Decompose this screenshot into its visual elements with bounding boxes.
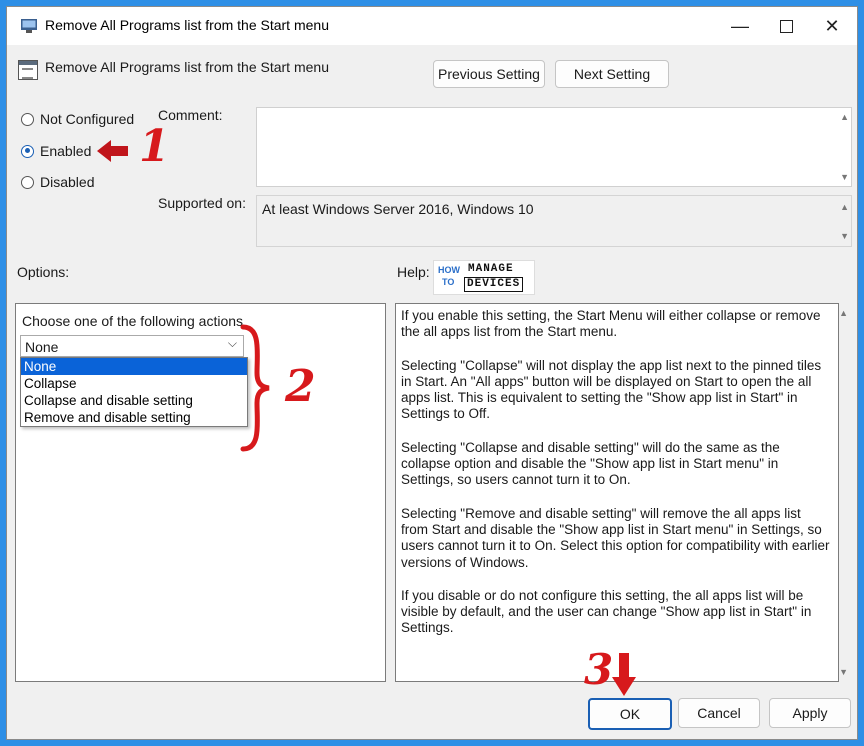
brand-manage: MANAGE	[468, 263, 514, 275]
dropdown-option-none[interactable]: None	[21, 358, 247, 375]
scroll-up-icon[interactable]: ▲	[840, 202, 849, 212]
comment-label: Comment:	[158, 107, 223, 123]
close-icon: ✕	[824, 15, 840, 36]
minimize-icon: —	[731, 15, 749, 36]
help-text: If you enable this setting, the Start Me…	[401, 308, 831, 654]
radio-circle[interactable]	[21, 175, 34, 189]
supported-on-value: At least Windows Server 2016, Windows 10	[262, 201, 534, 217]
brand-to: TO	[442, 277, 455, 287]
action-dropdown[interactable]: None ⌵	[20, 335, 244, 357]
dropdown-option-remove-disable[interactable]: Remove and disable setting	[21, 409, 247, 426]
arrow-left-icon	[97, 140, 128, 162]
close-button[interactable]: ✕	[809, 7, 855, 45]
window-title: Remove All Programs list from the Start …	[45, 17, 329, 33]
help-panel: If you enable this setting, the Start Me…	[395, 303, 839, 682]
app-icon	[21, 19, 37, 33]
help-paragraph-3: Selecting "Collapse and disable setting"…	[401, 439, 780, 488]
annotation-step-3: 3	[584, 645, 614, 694]
ok-button[interactable]: OK	[588, 698, 672, 730]
annotation-step-1: 1	[139, 121, 170, 172]
scroll-up-icon[interactable]: ▲	[840, 112, 849, 122]
radio-circle[interactable]	[21, 112, 34, 126]
scroll-down-icon[interactable]: ▼	[840, 231, 849, 241]
supported-on-field: At least Windows Server 2016, Windows 10…	[256, 195, 852, 247]
policy-dialog: Remove All Programs list from the Start …	[6, 6, 858, 740]
brand-devices: DEVICES	[464, 277, 524, 292]
brand-how: HOW	[438, 265, 460, 275]
comment-field[interactable]: ▲ ▼	[256, 107, 852, 187]
help-paragraph-4: Selecting "Remove and disable setting" w…	[401, 505, 830, 570]
dropdown-option-collapse-disable[interactable]: Collapse and disable setting	[21, 392, 247, 409]
scroll-down-icon[interactable]: ▼	[840, 172, 849, 182]
policy-icon	[18, 60, 38, 80]
maximize-icon	[779, 19, 793, 33]
options-panel: Choose one of the following actions None…	[15, 303, 386, 682]
cancel-button[interactable]: Cancel	[678, 698, 760, 728]
scroll-down-icon[interactable]: ▼	[839, 667, 848, 677]
supported-on-label: Supported on:	[158, 195, 246, 211]
scroll-up-icon[interactable]: ▲	[839, 308, 848, 318]
help-paragraph-2: Selecting "Collapse" will not display th…	[401, 357, 822, 422]
brace-icon	[240, 324, 270, 452]
help-label: Help:	[397, 264, 430, 280]
dropdown-option-collapse[interactable]: Collapse	[21, 375, 247, 392]
previous-setting-button[interactable]: Previous Setting	[433, 60, 545, 88]
chevron-down-icon[interactable]: ⌵	[228, 336, 237, 351]
minimize-button[interactable]: —	[717, 7, 763, 45]
radio-disabled[interactable]: Disabled	[21, 174, 94, 190]
options-prompt: Choose one of the following actions	[22, 313, 244, 329]
dropdown-list: None Collapse Collapse and disable setti…	[20, 357, 248, 427]
title-bar: Remove All Programs list from the Start …	[7, 7, 857, 45]
dropdown-selected-value: None	[25, 339, 59, 355]
radio-not-configured[interactable]: Not Configured	[21, 111, 134, 127]
annotation-step-2: 2	[285, 361, 316, 412]
radio-label: Enabled	[40, 143, 92, 159]
arrow-down-icon	[612, 653, 636, 696]
radio-label: Disabled	[40, 174, 95, 190]
maximize-button[interactable]	[763, 7, 809, 45]
apply-button[interactable]: Apply	[769, 698, 851, 728]
options-label: Options:	[17, 264, 70, 280]
help-scrollbar[interactable]: ▲ ▼	[837, 304, 851, 682]
help-paragraph-5: If you disable or do not configure this …	[401, 587, 812, 636]
help-paragraph-1: If you enable this setting, the Start Me…	[401, 308, 821, 340]
brand-logo: HOW TO MANAGE DEVICES	[433, 260, 535, 295]
radio-circle-selected[interactable]	[21, 144, 34, 158]
policy-name: Remove All Programs list from the Start …	[45, 59, 329, 75]
radio-label: Not Configured	[40, 111, 135, 127]
radio-enabled[interactable]: Enabled	[21, 143, 91, 159]
next-setting-button[interactable]: Next Setting	[555, 60, 669, 88]
